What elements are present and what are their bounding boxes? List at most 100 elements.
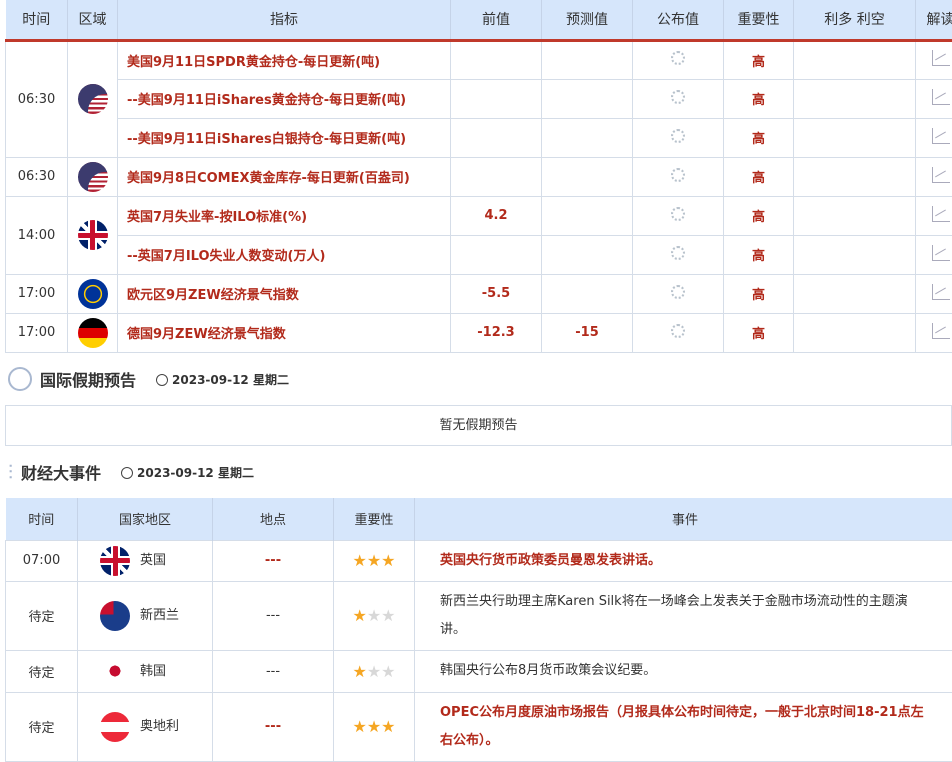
impact-cell <box>794 274 916 313</box>
kr-flag-icon <box>100 656 130 686</box>
region-cell <box>68 40 118 157</box>
country-name: 新西兰 <box>140 608 179 623</box>
column-header: 重要性 <box>334 498 415 540</box>
de-flag-icon <box>78 318 108 348</box>
loading-spinner-icon <box>671 90 685 104</box>
place-cell: --- <box>213 540 334 581</box>
analysis-button[interactable] <box>916 40 952 79</box>
place-cell: --- <box>213 581 334 650</box>
star-filled-icon: ★ <box>352 551 366 570</box>
country-name: 奥地利 <box>140 719 179 734</box>
us-flag-icon <box>78 162 108 192</box>
star-filled-icon: ★ <box>367 551 381 570</box>
star-filled-icon: ★ <box>352 606 366 625</box>
importance: 高 <box>724 79 794 118</box>
events-date: 2023-09-12 星期二 <box>137 466 254 480</box>
impact-cell <box>794 118 916 157</box>
column-header: 前值 <box>451 0 542 40</box>
country-name: 韩国 <box>140 664 166 679</box>
time-cell: 17:00 <box>6 274 68 313</box>
table-row: 17:00欧元区9月ZEW经济景气指数-5.5高 <box>6 274 952 313</box>
previous-value: -12.3 <box>451 313 542 352</box>
chart-icon <box>932 50 950 66</box>
forecast-value <box>542 235 633 274</box>
analysis-button[interactable] <box>916 157 952 196</box>
clock-icon <box>121 467 133 479</box>
forecast-value <box>542 157 633 196</box>
column-header: 预测值 <box>542 0 633 40</box>
importance: 高 <box>724 157 794 196</box>
actual-value <box>633 274 724 313</box>
column-header: 利多 利空 <box>794 0 916 40</box>
sliders-icon: ⫶ <box>8 460 13 484</box>
holiday-empty-box: 暂无假期预告 <box>5 405 952 446</box>
table-row: --美国9月11日iShares白银持仓-每日更新(吨) 高 <box>6 118 952 157</box>
event-text: 韩国央行公布8月货币政策会议纪要。 <box>415 650 952 692</box>
loading-spinner-icon <box>671 207 685 221</box>
events-table: 时间国家地区地点重要性事件 07:00英国---★★★英国央行货币政策委员曼恩发… <box>5 498 952 762</box>
country-name: 英国 <box>140 553 166 568</box>
table-row: 待定新西兰---★★★新西兰央行助理主席Karen Silk将在一场峰会上发表关… <box>6 581 952 650</box>
importance-stars: ★★★ <box>334 650 415 692</box>
column-header: 指标 <box>118 0 451 40</box>
indicator-link[interactable]: 德国9月ZEW经济景气指数 <box>118 313 451 352</box>
indicator-link[interactable]: --美国9月11日iShares黄金持仓-每日更新(吨) <box>118 79 451 118</box>
impact-cell <box>794 196 916 235</box>
uk-flag-icon <box>100 546 130 576</box>
table-row: 06:30 美国9月8日COMEX黄金库存-每日更新(百盎司) 高 <box>6 157 952 196</box>
star-filled-icon: ★ <box>352 662 366 681</box>
star-empty-icon: ★ <box>381 606 395 625</box>
table-row: 待定韩国---★★★韩国央行公布8月货币政策会议纪要。 <box>6 650 952 692</box>
economic-calendar-table: 时间区域指标前值预测值公布值重要性利多 利空解读 06:30美国9月11日SPD… <box>5 0 952 353</box>
loading-spinner-icon <box>671 324 685 338</box>
table-row: --美国9月11日iShares黄金持仓-每日更新(吨) 高 <box>6 79 952 118</box>
indicator-link[interactable]: 欧元区9月ZEW经济景气指数 <box>118 274 451 313</box>
analysis-button[interactable] <box>916 196 952 235</box>
column-header: 解读 <box>916 0 952 40</box>
actual-value <box>633 40 724 79</box>
country-cell: 韩国 <box>78 650 213 692</box>
chart-icon <box>932 167 950 183</box>
region-cell <box>68 196 118 274</box>
importance: 高 <box>724 235 794 274</box>
loading-spinner-icon <box>671 168 685 182</box>
analysis-button[interactable] <box>916 118 952 157</box>
holiday-date: 2023-09-12 星期二 <box>172 373 289 387</box>
time-cell: 06:30 <box>6 40 68 157</box>
indicator-link[interactable]: 美国9月8日COMEX黄金库存-每日更新(百盎司) <box>118 157 451 196</box>
us-flag-icon <box>78 84 108 114</box>
events-title: 财经大事件 <box>21 460 101 484</box>
region-cell <box>68 157 118 196</box>
star-filled-icon: ★ <box>381 551 395 570</box>
previous-value: -5.5 <box>451 274 542 313</box>
analysis-button[interactable] <box>916 79 952 118</box>
region-cell <box>68 274 118 313</box>
column-header: 地点 <box>213 498 334 540</box>
indicator-link[interactable]: --英国7月ILO失业人数变动(万人) <box>118 235 451 274</box>
place-cell: --- <box>213 650 334 692</box>
indicator-link[interactable]: 英国7月失业率-按ILO标准(%) <box>118 196 451 235</box>
actual-value <box>633 196 724 235</box>
importance: 高 <box>724 118 794 157</box>
impact-cell <box>794 235 916 274</box>
country-cell: 英国 <box>78 540 213 581</box>
actual-value <box>633 79 724 118</box>
time-cell: 07:00 <box>6 540 78 581</box>
indicator-link[interactable]: 美国9月11日SPDR黄金持仓-每日更新(吨) <box>118 40 451 79</box>
star-empty-icon: ★ <box>367 662 381 681</box>
eu-flag-icon <box>78 279 108 309</box>
importance: 高 <box>724 196 794 235</box>
star-empty-icon: ★ <box>381 662 395 681</box>
time-cell: 06:30 <box>6 157 68 196</box>
column-header: 公布值 <box>633 0 724 40</box>
clock-icon <box>156 374 168 386</box>
event-text: 英国央行货币政策委员曼恩发表讲话。 <box>415 540 952 581</box>
table-row: 07:00英国---★★★英国央行货币政策委员曼恩发表讲话。 <box>6 540 952 581</box>
analysis-button[interactable] <box>916 313 952 352</box>
importance: 高 <box>724 40 794 79</box>
previous-value <box>451 157 542 196</box>
analysis-button[interactable] <box>916 235 952 274</box>
indicator-link[interactable]: --美国9月11日iShares白银持仓-每日更新(吨) <box>118 118 451 157</box>
analysis-button[interactable] <box>916 274 952 313</box>
table-row: --英国7月ILO失业人数变动(万人) 高 <box>6 235 952 274</box>
